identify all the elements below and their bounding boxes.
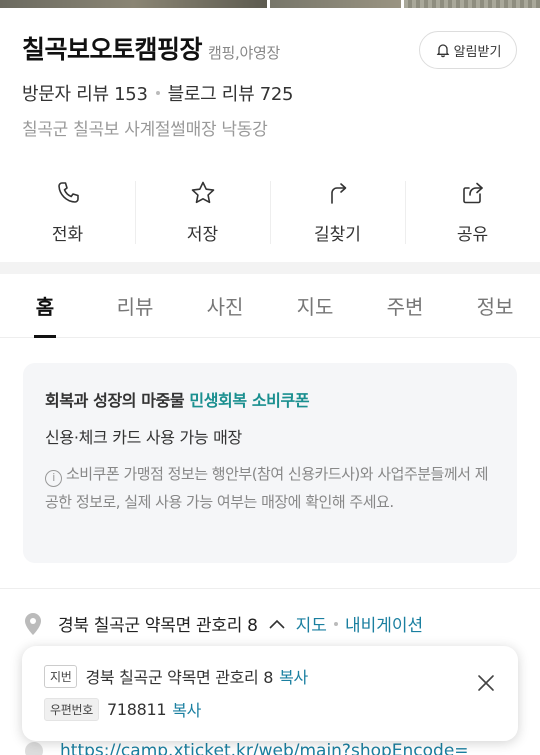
photo-strip[interactable] xyxy=(0,0,540,8)
info-icon: i xyxy=(45,470,62,487)
photo-thumb[interactable] xyxy=(0,0,267,8)
photo-thumb[interactable] xyxy=(403,0,540,8)
photo-thumb[interactable] xyxy=(269,0,401,8)
lot-address: 경북 칠곡군 약목면 관호리 8 xyxy=(85,668,274,687)
address-row: 경북 칠곡군 약목면 관호리 8 지도 내비게이션 xyxy=(22,611,423,636)
blog-review-link[interactable]: 블로그 리뷰 725 xyxy=(168,80,294,106)
zip-row: 우편번호 718811 복사 xyxy=(44,697,496,721)
chevron-up-icon[interactable] xyxy=(268,618,286,630)
tab-bar: 홈 리뷰 사진 지도 주변 정보 xyxy=(0,274,540,338)
address-detail-popup: 지번 경북 칠곡군 약목면 관호리 8 복사 우편번호 718811 복사 xyxy=(22,646,518,741)
section-divider xyxy=(0,588,540,589)
lot-tag: 지번 xyxy=(44,664,78,688)
place-name: 칠곡보오토캠핑장 xyxy=(22,35,203,64)
homepage-link[interactable]: https://camp.xticket.kr/web/main?shopEnc… xyxy=(60,741,469,755)
phone-icon xyxy=(57,182,79,203)
coupon-notice: 회복과 성장의 마중물 민생회복 소비쿠폰 신용·체크 카드 사용 가능 매장 … xyxy=(23,363,517,563)
link-icon xyxy=(25,742,43,755)
directions-button[interactable]: 길찾기 xyxy=(270,165,405,260)
tab-home[interactable]: 홈 xyxy=(0,274,90,338)
directions-label: 길찾기 xyxy=(314,225,361,245)
separator-dot xyxy=(333,621,338,626)
bell-icon xyxy=(436,44,449,58)
title-row: 칠곡보오토캠핑장 캠핑,야영장 xyxy=(22,30,280,66)
address-text: 경북 칠곡군 약목면 관호리 8 xyxy=(58,616,258,636)
star-icon xyxy=(191,181,214,204)
visitor-review-link[interactable]: 방문자 리뷰 153 xyxy=(22,80,148,106)
call-label: 전화 xyxy=(51,225,84,245)
place-category: 캠핑,야영장 xyxy=(208,44,280,62)
coupon-subtitle: 신용·체크 카드 사용 가능 매장 xyxy=(45,428,242,447)
zip-code: 718811 xyxy=(106,699,167,719)
tab-nearby[interactable]: 주변 xyxy=(360,274,450,337)
section-divider xyxy=(0,262,540,274)
coupon-note-text: 소비쿠폰 가맹점 정보는 행안부(참여 신용카드사)와 사업주분들께서 제공한 … xyxy=(45,465,489,511)
map-link[interactable]: 지도 xyxy=(296,611,327,636)
coupon-heading-prefix: 회복과 성장의 마중물 xyxy=(45,391,185,410)
tab-info[interactable]: 정보 xyxy=(450,274,540,337)
close-icon[interactable] xyxy=(476,673,496,693)
coupon-heading: 회복과 성장의 마중물 민생회복 소비쿠폰 xyxy=(45,387,495,411)
coupon-heading-highlight: 민생회복 소비쿠폰 xyxy=(189,391,310,410)
share-button[interactable]: 공유 xyxy=(405,165,540,260)
separator-dot xyxy=(155,91,160,95)
share-label: 공유 xyxy=(456,225,489,245)
copy-lot-button[interactable]: 복사 xyxy=(279,664,308,688)
copy-zip-button[interactable]: 복사 xyxy=(172,697,201,721)
call-button[interactable]: 전화 xyxy=(0,165,135,260)
save-label: 저장 xyxy=(186,225,219,245)
address-summary: 칠곡군 칠곡보 사계절썰매장 낙동강 xyxy=(22,120,268,140)
save-button[interactable]: 저장 xyxy=(135,165,270,260)
directions-icon xyxy=(330,183,346,204)
zip-tag: 우편번호 xyxy=(44,697,99,721)
review-row: 방문자 리뷰 153 블로그 리뷰 725 xyxy=(22,80,294,106)
lot-address-row: 지번 경북 칠곡군 약목면 관호리 8 복사 xyxy=(44,664,496,688)
action-bar: 전화 저장 길찾기 공유 xyxy=(0,165,540,260)
coupon-note: i 소비쿠폰 가맹점 정보는 행안부(참여 신용카드사)와 사업주분들께서 제공한… xyxy=(45,460,495,516)
share-icon xyxy=(462,182,483,204)
location-pin-icon xyxy=(25,612,41,635)
tab-reviews[interactable]: 리뷰 xyxy=(90,274,180,337)
tab-photos[interactable]: 사진 xyxy=(180,274,270,337)
alarm-label: 알림받기 xyxy=(453,44,502,60)
navigation-link[interactable]: 내비게이션 xyxy=(345,611,423,636)
tab-map[interactable]: 지도 xyxy=(270,274,360,337)
alarm-button[interactable]: 알림받기 xyxy=(419,31,517,69)
